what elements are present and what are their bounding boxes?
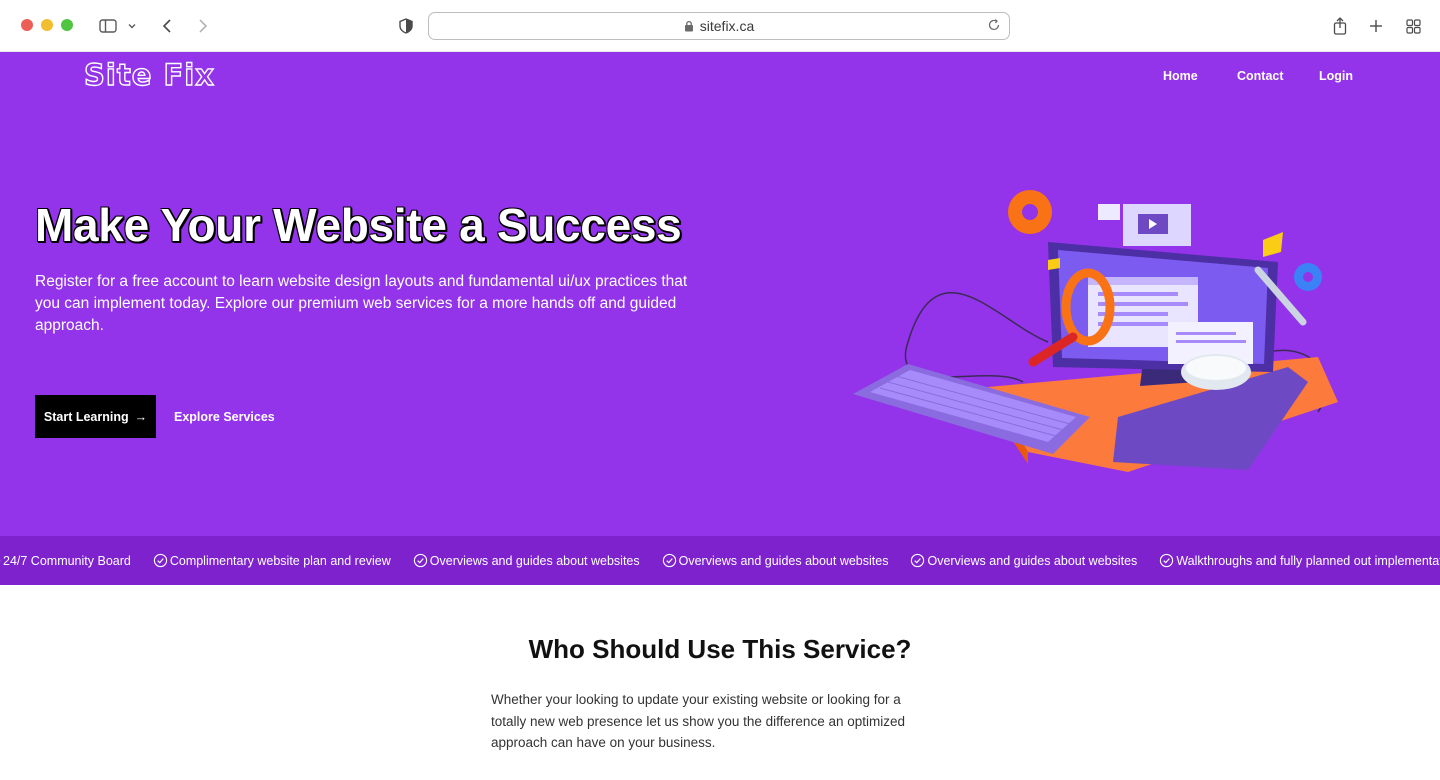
nav-home[interactable]: Home xyxy=(1163,69,1198,83)
tab-overview-icon[interactable] xyxy=(1403,14,1423,38)
ticker-item-label: Walkthroughs and fully planned out imple… xyxy=(1176,553,1440,568)
address-url: sitefix.ca xyxy=(699,18,755,34)
ticker-item: Overviews and guides about websites xyxy=(662,553,889,568)
browser-toolbar: sitefix.ca xyxy=(0,0,1440,52)
computer-illustration xyxy=(853,190,1338,472)
ticker-item: 24/7 Community Board xyxy=(0,553,131,568)
ticker-item-label: Overviews and guides about websites xyxy=(927,553,1138,568)
maximize-window-button[interactable] xyxy=(61,19,73,31)
feature-ticker: 24/7 Community Board Complimentary websi… xyxy=(0,536,1440,585)
section-description: Whether your looking to update your exis… xyxy=(491,692,905,750)
sidebar-toggle-icon[interactable] xyxy=(97,14,119,38)
start-learning-button[interactable]: Start Learning → xyxy=(35,395,156,438)
new-tab-icon[interactable] xyxy=(1366,14,1386,38)
forward-icon[interactable] xyxy=(194,14,212,38)
hero-description: Register for a free account to learn web… xyxy=(35,273,688,334)
site-logo[interactable]: Site Fix xyxy=(83,57,215,92)
explore-services-link[interactable]: Explore Services xyxy=(174,410,275,424)
reload-icon[interactable] xyxy=(987,18,1001,37)
check-circle-icon xyxy=(911,553,925,568)
ticker-track: 24/7 Community Board Complimentary websi… xyxy=(0,536,1440,585)
minimize-window-button[interactable] xyxy=(41,19,53,31)
address-bar[interactable]: sitefix.ca xyxy=(428,12,1010,40)
ticker-item: Complimentary website plan and review xyxy=(153,553,391,568)
ticker-item: Overviews and guides about websites xyxy=(413,553,640,568)
ticker-item-label: Complimentary website plan and review xyxy=(169,553,391,568)
sidebar-chevron-down-icon[interactable] xyxy=(125,14,139,38)
nav-login[interactable]: Login xyxy=(1319,69,1353,83)
check-circle-icon xyxy=(413,553,427,568)
ticker-item-label: Overviews and guides about websites xyxy=(429,553,640,568)
hero-section: Site Fix Home Contact Login Make Your We… xyxy=(0,52,1440,536)
hero-title: Make Your Website a Success xyxy=(35,199,682,251)
check-circle-icon xyxy=(0,559,1,562)
arrow-right-icon: → xyxy=(134,409,148,424)
ticker-item-label: 24/7 Community Board xyxy=(3,553,131,568)
back-icon[interactable] xyxy=(158,14,176,38)
start-learning-label: Start Learning xyxy=(43,409,129,424)
share-icon[interactable] xyxy=(1330,14,1350,38)
check-circle-icon xyxy=(153,553,167,568)
privacy-shield-icon[interactable] xyxy=(397,14,415,38)
lock-icon xyxy=(684,20,693,32)
ticker-item-label: Overviews and guides about websites xyxy=(678,553,889,568)
check-circle-icon xyxy=(662,553,676,568)
ticker-item: Overviews and guides about websites xyxy=(910,553,1137,568)
ticker-item: Walkthroughs and fully planned out imple… xyxy=(1159,553,1440,568)
check-circle-icon xyxy=(1160,553,1174,568)
section-title: Who Should Use This Service? xyxy=(528,634,912,664)
close-window-button[interactable] xyxy=(21,19,33,31)
nav-contact[interactable]: Contact xyxy=(1237,69,1284,83)
